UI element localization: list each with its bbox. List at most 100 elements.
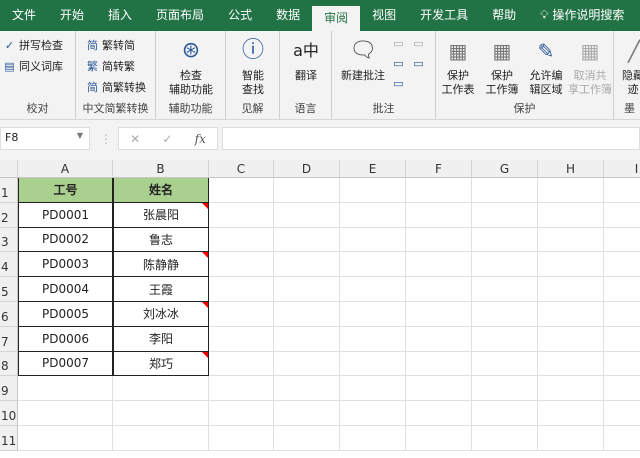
cell-H11[interactable] <box>538 426 604 451</box>
cell-B7[interactable]: 李阳 <box>113 326 209 352</box>
cell-E11[interactable] <box>340 426 406 451</box>
cell-G10[interactable] <box>472 401 538 426</box>
cell-B3[interactable]: 鲁志 <box>113 227 209 253</box>
translate-button[interactable]: a中 翻译 <box>278 35 334 83</box>
cell-E9[interactable] <box>340 376 406 402</box>
cell-B1[interactable]: 姓名 <box>113 178 209 203</box>
cell-A7[interactable]: PD0006 <box>18 326 113 352</box>
tab-9[interactable]: 帮助 <box>480 0 528 31</box>
cell-G5[interactable] <box>472 277 538 302</box>
cell-H9[interactable] <box>538 376 604 402</box>
cell-D9[interactable] <box>274 376 340 402</box>
protect-sheet-button[interactable]: ▦ 保护 工作表 <box>436 35 480 97</box>
show-comment-icon[interactable]: ▭ <box>412 37 425 50</box>
cell-C11[interactable] <box>209 426 274 451</box>
cell-B10[interactable] <box>113 401 209 426</box>
cell-H8[interactable] <box>538 351 604 377</box>
tab-5[interactable]: 数据 <box>264 0 312 31</box>
cell-A2[interactable]: PD0001 <box>18 202 113 228</box>
cell-F1[interactable] <box>406 178 472 203</box>
cell-E6[interactable] <box>340 302 406 327</box>
cell-C8[interactable] <box>209 351 274 377</box>
cell-G6[interactable] <box>472 302 538 327</box>
cell-I7[interactable] <box>604 327 640 352</box>
cell-H4[interactable] <box>538 252 604 278</box>
cell-E7[interactable] <box>340 326 406 352</box>
tell-me-search[interactable]: 💡︎ 操作说明搜索 <box>528 0 636 31</box>
cell-H5[interactable] <box>538 277 604 302</box>
row-header-7[interactable]: 7 <box>0 326 18 352</box>
spell-check-button[interactable]: ✓ 拼写检查 <box>3 37 63 53</box>
show-all-comments-icon[interactable]: ▭ <box>412 57 425 70</box>
cell-E10[interactable] <box>340 401 406 426</box>
cell-G8[interactable] <box>472 351 538 377</box>
drag-handle-icon[interactable]: ⋮ <box>100 132 112 146</box>
cell-B2[interactable]: 张晨阳 <box>113 202 209 228</box>
cell-I8[interactable] <box>604 352 640 377</box>
row-header-8[interactable]: 8 <box>0 351 18 377</box>
cancel-icon[interactable]: ✕ <box>130 132 140 146</box>
cell-I2[interactable] <box>604 203 640 228</box>
cell-A11[interactable] <box>18 426 113 451</box>
cell-C10[interactable] <box>209 401 274 426</box>
insert-function-icon[interactable]: fx <box>195 132 206 146</box>
cell-I4[interactable] <box>604 252 640 278</box>
cell-B9[interactable] <box>113 376 209 402</box>
cell-C9[interactable] <box>209 376 274 402</box>
cell-F6[interactable] <box>406 302 472 327</box>
cell-A3[interactable]: PD0002 <box>18 227 113 253</box>
tab-7[interactable]: 视图 <box>360 0 408 31</box>
chevron-down-icon[interactable]: ▼ <box>77 131 83 140</box>
row-header-9[interactable]: 9 <box>0 376 18 402</box>
cell-H2[interactable] <box>538 202 604 228</box>
column-header-C[interactable]: C <box>209 160 274 178</box>
delete-comment-icon[interactable]: ▭ <box>392 37 405 50</box>
cell-C7[interactable] <box>209 326 274 352</box>
cell-C4[interactable] <box>209 252 274 278</box>
cell-D10[interactable] <box>274 401 340 426</box>
cell-D2[interactable] <box>274 202 340 228</box>
hide-ink-button[interactable]: ╱ 隐藏迹 <box>618 35 640 97</box>
cell-G1[interactable] <box>472 178 538 203</box>
cell-F11[interactable] <box>406 426 472 451</box>
cell-F10[interactable] <box>406 401 472 426</box>
tab-3[interactable]: 页面布局 <box>144 0 216 31</box>
cell-I1[interactable] <box>604 178 640 203</box>
row-header-11[interactable]: 11 <box>0 426 18 451</box>
cell-H3[interactable] <box>538 227 604 253</box>
tab-6[interactable]: 审阅 <box>312 6 361 31</box>
cell-A4[interactable]: PD0003 <box>18 252 113 278</box>
row-header-5[interactable]: 5 <box>0 277 18 302</box>
allow-edit-ranges-button[interactable]: ✎ 允许编 辑区域 <box>524 35 568 97</box>
protect-workbook-button[interactable]: ▦ 保护 工作簿 <box>480 35 524 97</box>
cell-B6[interactable]: 刘冰冰 <box>113 302 209 327</box>
cell-A1[interactable]: 工号 <box>18 178 113 203</box>
cell-C6[interactable] <box>209 302 274 327</box>
cell-H7[interactable] <box>538 326 604 352</box>
cell-G9[interactable] <box>472 376 538 402</box>
cell-C1[interactable] <box>209 178 274 203</box>
cell-H1[interactable] <box>538 178 604 203</box>
s2t-button[interactable]: 繁简转繁 <box>86 58 135 74</box>
cell-A8[interactable]: PD0007 <box>18 351 113 377</box>
cell-B4[interactable]: 陈静静 <box>113 252 209 278</box>
tab-4[interactable]: 公式 <box>216 0 264 31</box>
column-header-G[interactable]: G <box>472 160 538 178</box>
unshare-workbook-button[interactable]: ▦ 取消共 享工作簿 <box>566 35 614 97</box>
cell-I11[interactable] <box>604 426 640 451</box>
cell-F2[interactable] <box>406 202 472 228</box>
cell-F8[interactable] <box>406 351 472 377</box>
cell-E3[interactable] <box>340 227 406 253</box>
cell-E8[interactable] <box>340 351 406 377</box>
cell-E5[interactable] <box>340 277 406 302</box>
smart-lookup-button[interactable]: ⓘ 智能 查找 <box>225 35 281 97</box>
column-header-I[interactable]: I <box>604 160 640 178</box>
cell-A10[interactable] <box>18 401 113 426</box>
cell-D3[interactable] <box>274 227 340 253</box>
row-header-4[interactable]: 4 <box>0 252 18 278</box>
cell-B11[interactable] <box>113 426 209 451</box>
cell-A6[interactable]: PD0005 <box>18 302 113 327</box>
row-header-1[interactable]: 1 <box>0 178 18 203</box>
new-comment-button[interactable]: 🗨 新建批注 <box>335 35 391 83</box>
formula-input[interactable] <box>222 127 640 150</box>
